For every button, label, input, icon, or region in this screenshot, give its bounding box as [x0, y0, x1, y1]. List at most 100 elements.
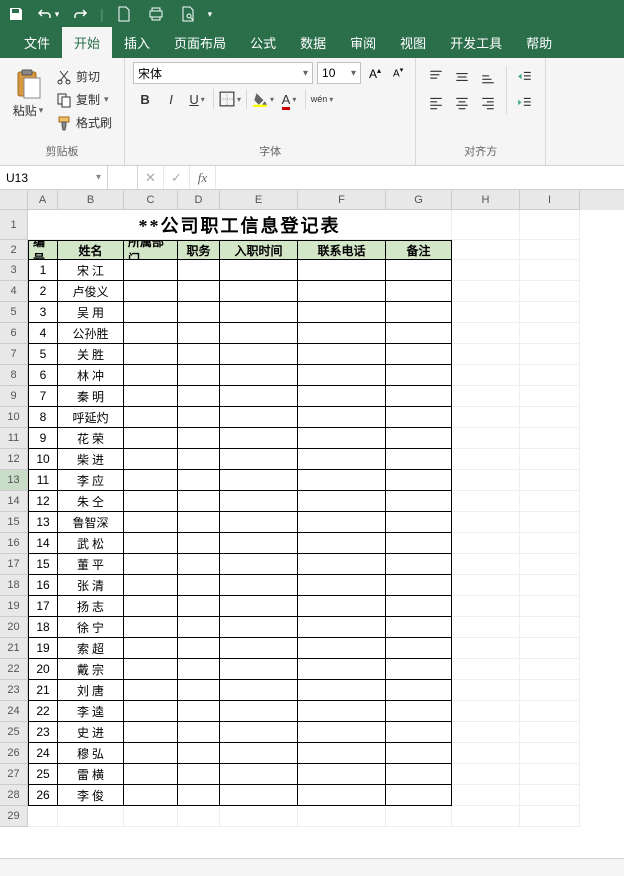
cell[interactable]	[124, 449, 178, 470]
cell[interactable]	[520, 554, 580, 575]
cell[interactable]	[386, 785, 452, 806]
cell[interactable]	[520, 743, 580, 764]
copy-button[interactable]: 复制▾	[52, 89, 116, 110]
cell[interactable]	[178, 680, 220, 701]
cell[interactable]	[58, 806, 124, 827]
tab-插入[interactable]: 插入	[112, 27, 162, 58]
cell[interactable]	[220, 533, 298, 554]
cell[interactable]	[386, 365, 452, 386]
cell[interactable]: 张 清	[58, 575, 124, 596]
fx-button[interactable]: fx	[190, 166, 216, 189]
cell[interactable]	[220, 302, 298, 323]
cell[interactable]: 秦 明	[58, 386, 124, 407]
tab-开始[interactable]: 开始	[62, 27, 112, 58]
cell[interactable]: 8	[28, 407, 58, 428]
cell[interactable]	[298, 491, 386, 512]
row-header[interactable]: 20	[0, 617, 28, 638]
cell[interactable]	[220, 386, 298, 407]
cell[interactable]	[520, 240, 580, 260]
col-header-A[interactable]: A	[28, 190, 58, 210]
row-header[interactable]: 26	[0, 743, 28, 764]
cell[interactable]: 26	[28, 785, 58, 806]
cell[interactable]	[520, 596, 580, 617]
cell[interactable]	[452, 386, 520, 407]
cell[interactable]	[520, 260, 580, 281]
cell[interactable]: 备注	[386, 240, 452, 260]
cell[interactable]	[520, 344, 580, 365]
select-all-corner[interactable]	[0, 190, 28, 210]
align-bottom-button[interactable]	[476, 66, 500, 88]
row-header[interactable]: 23	[0, 680, 28, 701]
cell[interactable]: 21	[28, 680, 58, 701]
cell[interactable]	[124, 596, 178, 617]
cell[interactable]	[386, 533, 452, 554]
cell[interactable]	[178, 806, 220, 827]
cell[interactable]	[386, 743, 452, 764]
tab-页面布局[interactable]: 页面布局	[162, 27, 238, 58]
cell[interactable]	[178, 533, 220, 554]
row-header[interactable]: 2	[0, 240, 28, 260]
cell[interactable]	[220, 680, 298, 701]
cell[interactable]: 宋 江	[58, 260, 124, 281]
tab-公式[interactable]: 公式	[238, 27, 288, 58]
cell[interactable]	[298, 323, 386, 344]
cell[interactable]	[520, 281, 580, 302]
cell[interactable]: 22	[28, 701, 58, 722]
cell[interactable]: 16	[28, 575, 58, 596]
cell[interactable]	[520, 617, 580, 638]
redo-button[interactable]	[68, 2, 92, 26]
font-color-button[interactable]: A	[277, 88, 301, 110]
cell[interactable]: 12	[28, 491, 58, 512]
cell[interactable]: 武 松	[58, 533, 124, 554]
cell[interactable]: 5	[28, 344, 58, 365]
cell[interactable]	[386, 470, 452, 491]
col-header-I[interactable]: I	[520, 190, 580, 210]
print-preview-button[interactable]	[176, 2, 200, 26]
cell[interactable]	[220, 512, 298, 533]
cell[interactable]	[298, 638, 386, 659]
cell[interactable]	[178, 407, 220, 428]
cell[interactable]	[124, 323, 178, 344]
print-button[interactable]	[144, 2, 168, 26]
cell[interactable]	[452, 491, 520, 512]
cell[interactable]	[220, 617, 298, 638]
cell[interactable]	[220, 701, 298, 722]
cell[interactable]: 入职时间	[220, 240, 298, 260]
cell[interactable]	[386, 344, 452, 365]
cell[interactable]	[178, 281, 220, 302]
row-header[interactable]: 18	[0, 575, 28, 596]
cell[interactable]	[298, 281, 386, 302]
cell[interactable]	[452, 260, 520, 281]
cell[interactable]	[452, 449, 520, 470]
qat-customize[interactable]: ▾	[208, 9, 213, 20]
tab-审阅[interactable]: 审阅	[338, 27, 388, 58]
cell[interactable]: 职务	[178, 240, 220, 260]
cell[interactable]	[452, 323, 520, 344]
cell[interactable]	[520, 806, 580, 827]
cell[interactable]	[178, 638, 220, 659]
row-header[interactable]: 15	[0, 512, 28, 533]
tab-数据[interactable]: 数据	[288, 27, 338, 58]
new-doc-button[interactable]	[112, 2, 136, 26]
cell[interactable]	[220, 638, 298, 659]
cell[interactable]: 24	[28, 743, 58, 764]
cell[interactable]	[452, 743, 520, 764]
cell[interactable]	[178, 722, 220, 743]
cell[interactable]: 23	[28, 722, 58, 743]
row-header[interactable]: 27	[0, 764, 28, 785]
row-header[interactable]: 8	[0, 365, 28, 386]
cell[interactable]	[178, 344, 220, 365]
cell[interactable]: 4	[28, 323, 58, 344]
cell[interactable]	[452, 365, 520, 386]
row-header[interactable]: 10	[0, 407, 28, 428]
cell[interactable]	[386, 554, 452, 575]
cell[interactable]	[220, 407, 298, 428]
cell[interactable]: 编号	[28, 240, 58, 260]
align-center-button[interactable]	[450, 92, 474, 114]
cell[interactable]	[452, 302, 520, 323]
col-header-F[interactable]: F	[298, 190, 386, 210]
cell[interactable]	[452, 210, 520, 240]
cell[interactable]	[178, 701, 220, 722]
cell[interactable]	[452, 407, 520, 428]
save-button[interactable]	[4, 2, 28, 26]
